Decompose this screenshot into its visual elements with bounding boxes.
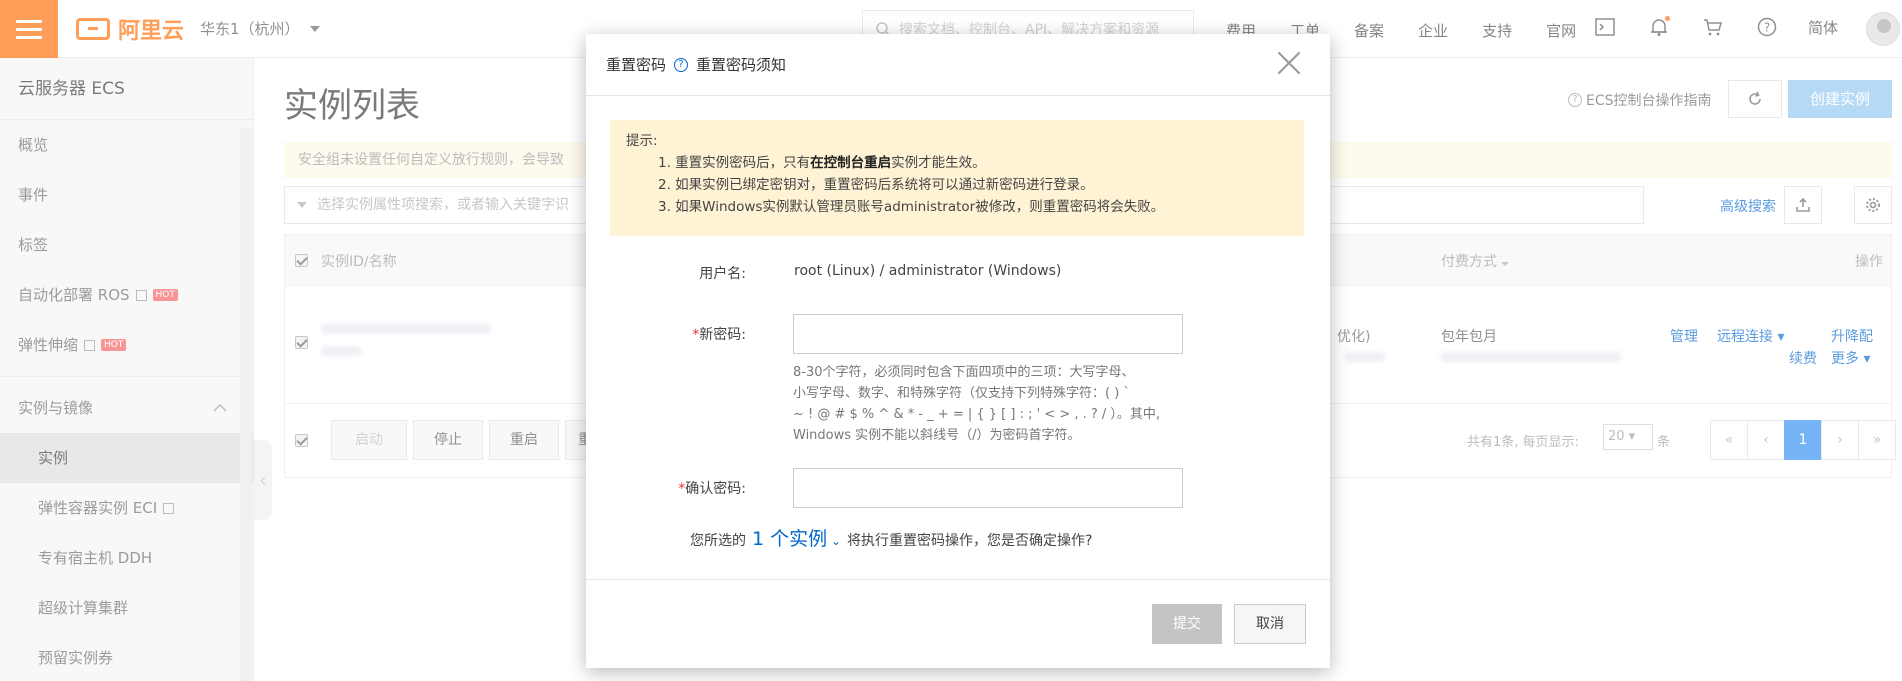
tips-heading: 提示: xyxy=(626,133,658,149)
dialog-title: 重置密码 xyxy=(606,56,667,74)
help-icon: ? xyxy=(674,57,689,72)
tip-text: 实例才能生效。 xyxy=(891,155,986,171)
confirm-prefix: 您所选的 xyxy=(690,533,746,549)
confirm-suffix: 将执行重置密码操作，您是否确定操作? xyxy=(847,533,1093,549)
chevron-down-icon: ⌄ xyxy=(827,534,842,548)
hint-line: ~ ! @ # $ % ^ & * - _ + = | { } [ ] : ; … xyxy=(793,407,1161,422)
dialog-footer: 提交 取消 xyxy=(586,579,1330,668)
cancel-button[interactable]: 取消 xyxy=(1234,604,1306,644)
submit-button[interactable]: 提交 xyxy=(1152,604,1222,644)
label-text: 确认密码: xyxy=(685,481,746,497)
username-label: 用户名: xyxy=(699,266,746,282)
new-password-label: *新密码: xyxy=(586,324,746,344)
tip-emphasis: 在控制台重启 xyxy=(810,155,892,171)
password-rules-hint: 8-30个字符，必须同时包含下面四项中的三项：大写字母、 小写字母、数字、和特殊… xyxy=(793,362,1213,446)
tip-text: 1. 重置实例密码后，只有 xyxy=(658,155,811,171)
username-value: root (Linux) / administrator (Windows) xyxy=(794,263,1062,279)
reset-password-notes-link[interactable]: 重置密码须知 xyxy=(696,54,786,75)
tip-line-3: 3. 如果Windows实例默认管理员账号administrator被修改，则重… xyxy=(658,199,1165,215)
selected-instances-link[interactable]: 1 个实例 ⌄ xyxy=(752,524,841,551)
hint-line: 小写字母、数字、和特殊字符（仅支持下列特殊字符：( ) ` xyxy=(793,386,1130,401)
confirm-password-input[interactable] xyxy=(793,468,1183,508)
reset-password-dialog: 重置密码 ? 重置密码须知 提示: 1. 重置实例密码后，只有在控制台重启实例才… xyxy=(586,34,1330,668)
hint-line: Windows 实例不能以斜线号（/）为密码首字符。 xyxy=(793,428,1081,443)
confirm-message: 您所选的 1 个实例 ⌄ 将执行重置密码操作，您是否确定操作? xyxy=(690,524,1092,551)
label-text: 新密码: xyxy=(699,327,746,343)
new-password-input[interactable] xyxy=(793,314,1183,354)
tips-box: 提示: 1. 重置实例密码后，只有在控制台重启实例才能生效。 2. 如果实例已绑… xyxy=(610,120,1304,236)
dialog-header: 重置密码 ? 重置密码须知 xyxy=(586,34,1330,96)
instance-count: 1 个实例 xyxy=(752,528,828,550)
hint-line: 8-30个字符，必须同时包含下面四项中的三项：大写字母、 xyxy=(793,365,1135,380)
confirm-password-label: *确认密码: xyxy=(586,478,746,498)
tip-line-2: 2. 如果实例已绑定密钥对，重置密码后系统将可以通过新密码进行登录。 xyxy=(658,177,1094,193)
tip-line-1: 1. 重置实例密码后，只有在控制台重启实例才能生效。 xyxy=(626,152,1288,174)
close-icon[interactable] xyxy=(1276,50,1302,76)
